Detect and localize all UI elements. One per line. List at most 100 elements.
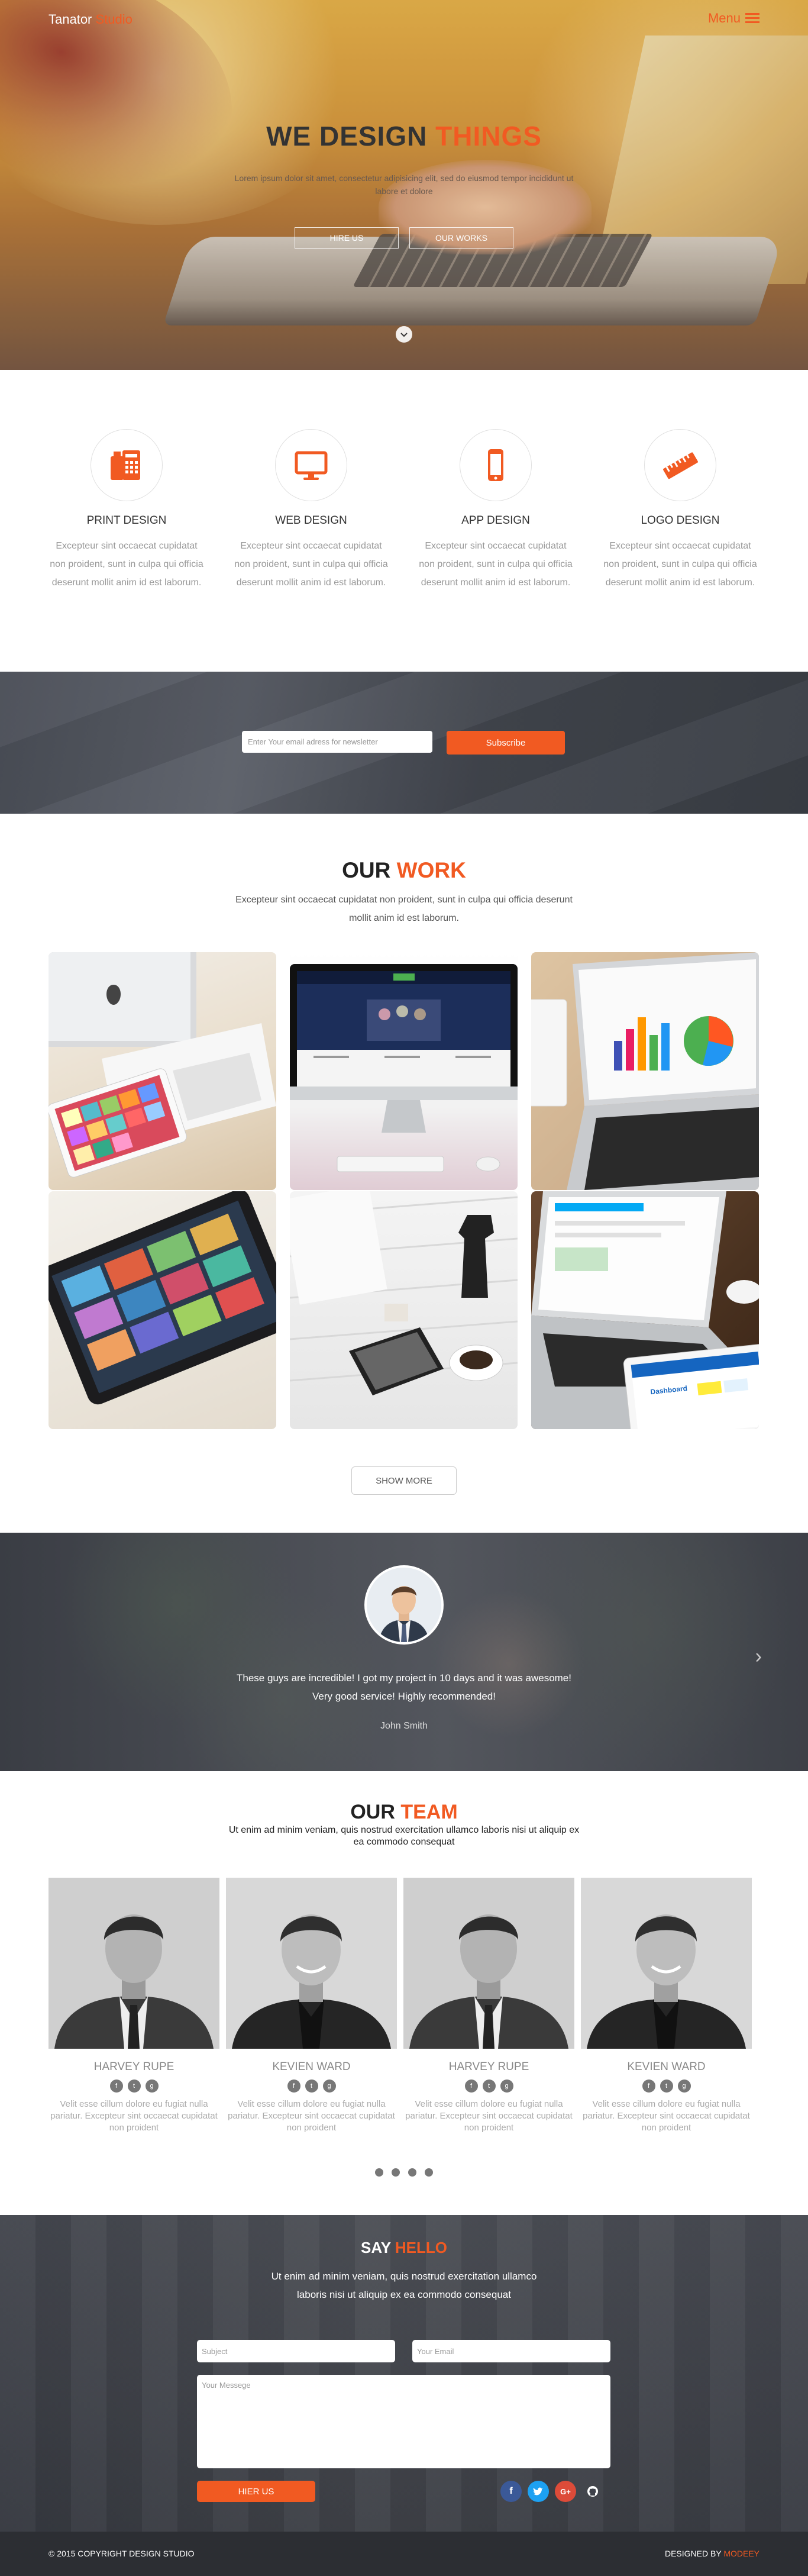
services-section: PRINT DESIGN Excepteur sint occaecat cup… <box>0 370 808 672</box>
member-photo <box>403 1878 574 2049</box>
newsletter-section: Enter Your email adress for newsletter S… <box>0 672 808 814</box>
print-icon <box>91 429 163 501</box>
work-description: Excepteur sint occaecat cupidatat non pr… <box>235 895 573 923</box>
google-plus-icon[interactable]: g <box>677 2080 691 2093</box>
hero-title-main: WE DESIGN <box>266 121 428 151</box>
facebook-icon[interactable]: f <box>642 2080 655 2093</box>
facebook-icon[interactable]: f <box>287 2080 300 2093</box>
phone-icon <box>460 429 532 501</box>
contact-subtitle-line-2: laboris nisi ut aliquip ex ea commodo co… <box>297 2289 511 2300</box>
work-title: OUR WORK <box>0 858 808 883</box>
team-member: HARVEY RUPE ftg Velit esse cillum dolore… <box>403 1878 574 2134</box>
menu-label: Menu <box>707 11 741 25</box>
hire-us-button[interactable]: HIRE US <box>295 227 399 249</box>
testimonial-author: John Smith <box>380 1721 428 1731</box>
member-bio: Velit esse cillum dolore eu fugiat nulla… <box>50 2099 218 2133</box>
team-title-accent: TEAM <box>400 1801 458 1823</box>
ruler-icon <box>644 429 716 501</box>
service-web: WEB DESIGN Excepteur sint occaecat cupid… <box>231 429 391 592</box>
google-plus-icon[interactable]: g <box>500 2080 513 2093</box>
twitter-icon[interactable]: t <box>660 2080 673 2093</box>
team-member: KEVIEN WARD ftg Velit esse cillum dolore… <box>226 1878 397 2134</box>
twitter-icon[interactable]: t <box>127 2080 141 2093</box>
contact-title-main: SAY <box>361 2239 391 2256</box>
contact-title: SAY HELLO <box>0 2239 808 2257</box>
member-photo <box>226 1878 397 2049</box>
footer: © 2015 COPYRIGHT DESIGN STUDIO DESIGNED … <box>0 2532 808 2576</box>
twitter-icon[interactable] <box>528 2481 549 2502</box>
team-section: OUR TEAM Ut enim ad minim veniam, quis n… <box>0 1771 808 2215</box>
portfolio-item[interactable]: Dashboard <box>531 1191 759 1429</box>
message-textarea[interactable]: Your Messege <box>197 2375 610 2468</box>
portfolio-item[interactable] <box>290 952 518 1190</box>
carousel-dots <box>0 2168 808 2177</box>
carousel-dot[interactable] <box>392 2168 400 2177</box>
show-more-button[interactable]: SHOW MORE <box>351 1466 457 1495</box>
chevron-down-icon <box>400 333 408 337</box>
portfolio-item[interactable] <box>531 952 759 1190</box>
monitor-icon <box>275 429 347 501</box>
newsletter-email-input[interactable]: Enter Your email adress for newsletter <box>242 731 432 753</box>
hero-title: WE DESIGN THINGS <box>0 120 808 152</box>
member-bio: Velit esse cillum dolore eu fugiat nulla… <box>228 2099 395 2133</box>
send-button[interactable]: HIER US <box>197 2481 315 2502</box>
designer-link[interactable]: MODEEY <box>723 2549 759 2558</box>
member-name: KEVIEN WARD <box>627 2061 706 2073</box>
subject-input[interactable]: Subject <box>197 2340 395 2362</box>
carousel-dot[interactable] <box>425 2168 433 2177</box>
carousel-dot[interactable] <box>375 2168 383 2177</box>
portfolio-item[interactable] <box>49 1191 276 1429</box>
work-title-accent: WORK <box>396 858 466 882</box>
hamburger-icon <box>745 13 759 24</box>
member-name: KEVIEN WARD <box>272 2061 351 2073</box>
member-name: HARVEY RUPE <box>448 2061 529 2073</box>
contact-title-accent: HELLO <box>395 2239 447 2256</box>
carousel-dot[interactable] <box>408 2168 416 2177</box>
hero-section: Tanator Studio Menu WE DESIGN THINGS Lor… <box>0 0 808 370</box>
work-title-main: OUR <box>342 858 391 882</box>
facebook-icon[interactable]: f <box>109 2080 123 2093</box>
copyright-text: © 2015 COPYRIGHT DESIGN STUDIO <box>49 2549 195 2558</box>
our-works-button[interactable]: OUR WORKS <box>409 227 513 249</box>
service-title: WEB DESIGN <box>275 514 347 527</box>
member-bio: Velit esse cillum dolore eu fugiat nulla… <box>405 2099 573 2133</box>
logo-first: Tanator <box>49 12 92 27</box>
twitter-icon[interactable]: t <box>305 2080 318 2093</box>
service-logo: LOGO DESIGN Excepteur sint occaecat cupi… <box>600 429 760 592</box>
site-logo[interactable]: Tanator Studio <box>49 12 132 27</box>
twitter-icon[interactable]: t <box>482 2080 496 2093</box>
scroll-down-button[interactable] <box>396 326 412 343</box>
logo-second: Studio <box>95 12 132 27</box>
hero-subtitle: Lorem ipsum dolor sit amet, consectetur … <box>234 173 574 196</box>
service-text: Excepteur sint occaecat cupidatat non pr… <box>419 541 573 588</box>
team-title: OUR TEAM <box>0 1801 808 1824</box>
github-icon[interactable] <box>582 2481 603 2502</box>
quote-line-2: Very good service! Highly recommended! <box>312 1691 496 1702</box>
portfolio-item[interactable] <box>290 1191 518 1429</box>
quote-line-1: These guys are incredible! I got my proj… <box>236 1672 571 1684</box>
menu-button[interactable]: Menu <box>708 11 759 26</box>
facebook-icon[interactable]: f <box>464 2080 478 2093</box>
member-bio: Velit esse cillum dolore eu fugiat nulla… <box>583 2099 750 2133</box>
service-title: PRINT DESIGN <box>86 514 167 527</box>
subscribe-button[interactable]: Subscribe <box>447 731 565 755</box>
google-plus-icon[interactable]: g <box>322 2080 336 2093</box>
service-app: APP DESIGN Excepteur sint occaecat cupid… <box>416 429 576 592</box>
service-text: Excepteur sint occaecat cupidatat non pr… <box>234 541 388 588</box>
work-section: OUR WORK Excepteur sint occaecat cupidat… <box>0 814 808 1533</box>
portfolio-item[interactable] <box>49 952 276 1190</box>
google-plus-icon[interactable]: G+ <box>555 2481 576 2502</box>
google-plus-icon[interactable]: g <box>145 2080 159 2093</box>
service-text: Excepteur sint occaecat cupidatat non pr… <box>603 541 757 588</box>
service-title: LOGO DESIGN <box>641 514 720 527</box>
designed-by-label: DESIGNED BY <box>664 2549 722 2558</box>
team-title-main: OUR <box>350 1801 395 1823</box>
contact-section: SAY HELLO Ut enim ad minim veniam, quis … <box>0 2215 808 2532</box>
testimonial-avatar <box>364 1565 444 1645</box>
email-input[interactable]: Your Email <box>412 2340 610 2362</box>
chevron-right-icon[interactable]: › <box>755 1645 762 1668</box>
facebook-icon[interactable]: f <box>500 2481 522 2502</box>
designer-credit: DESIGNED BY MODEEY <box>665 2549 759 2558</box>
contact-subtitle-line-1: Ut enim ad minim veniam, quis nostrud ex… <box>271 2271 537 2282</box>
member-name: HARVEY RUPE <box>93 2061 174 2073</box>
